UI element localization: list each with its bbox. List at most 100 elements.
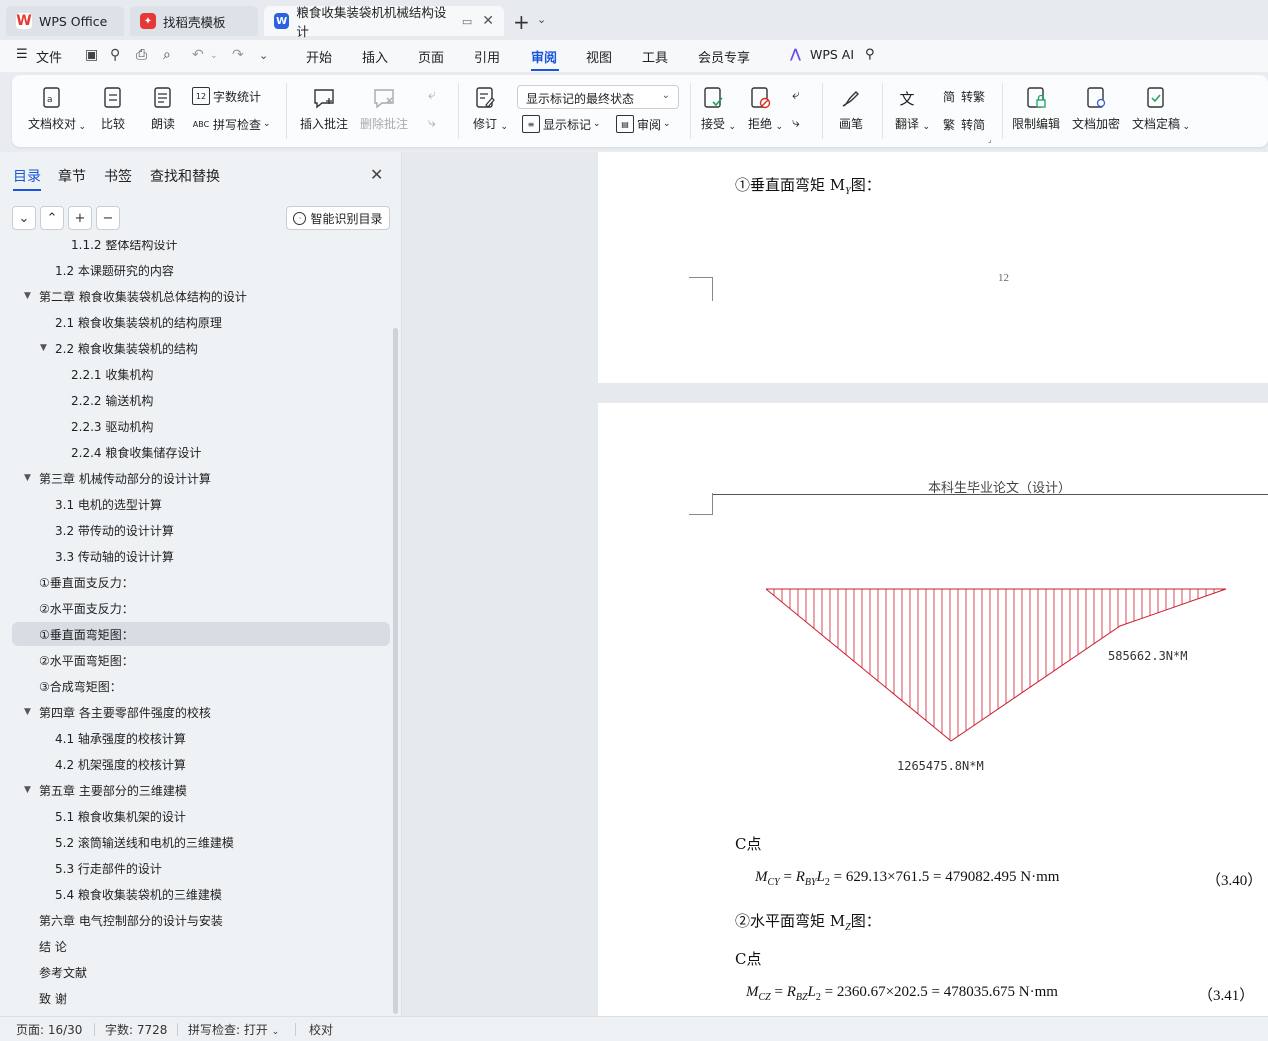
toc-item[interactable]: 2.2.1 收集机构 bbox=[12, 362, 390, 386]
toc-item[interactable]: ▼ 第五章 主要部分的三维建模 bbox=[12, 778, 390, 802]
dialog-launcher-icon[interactable]: ⌟ bbox=[988, 135, 992, 144]
pen-button[interactable]: 画笔 bbox=[838, 85, 864, 132]
close-icon[interactable]: ✕ bbox=[370, 165, 383, 184]
toc-item[interactable]: 2.2.4 粮食收集储存设计 bbox=[12, 440, 390, 464]
toc-item[interactable]: 第六章 电气控制部分的设计与安装 bbox=[12, 908, 390, 932]
tab-docer[interactable]: ✦ 找稻壳模板 bbox=[130, 6, 258, 36]
add-heading-icon[interactable]: + bbox=[68, 206, 92, 230]
tab-sections[interactable]: 章节 bbox=[58, 166, 86, 186]
smart-toc-button[interactable]: · 智能识别目录 bbox=[286, 206, 390, 230]
spell-check-status[interactable]: 拼写检查: 打开 ⌄ bbox=[188, 1021, 279, 1038]
doc-check-button[interactable]: a 文档校对 ⌄ bbox=[28, 85, 86, 132]
finalize-button[interactable]: 文档定稿 ⌄ bbox=[1132, 85, 1190, 132]
tab-wps-office[interactable]: W WPS Office bbox=[6, 6, 124, 36]
toc-item[interactable]: 2.1 粮食收集装袋机的结构原理 bbox=[12, 310, 390, 334]
toc-item[interactable]: 5.2 滚筒输送线和电机的三维建模 bbox=[12, 830, 390, 854]
toc-item[interactable]: 5.4 粮食收集装袋机的三维建模 bbox=[12, 882, 390, 906]
toc-item[interactable]: 参考文献 bbox=[12, 960, 390, 984]
track-changes-button[interactable]: 修订 ⌄ bbox=[472, 85, 508, 132]
menu-wps-ai[interactable]: WPS AI bbox=[810, 47, 854, 62]
toc-item[interactable]: 结 论 bbox=[12, 934, 390, 958]
window-icon[interactable]: ▭ bbox=[462, 15, 472, 28]
menu-view[interactable]: 视图 bbox=[586, 47, 612, 66]
toc-item[interactable]: ▼ 2.2 粮食收集装袋机的结构 bbox=[12, 336, 390, 360]
toc-item[interactable]: 4.1 轴承强度的校核计算 bbox=[12, 726, 390, 750]
menu-reference[interactable]: 引用 bbox=[474, 47, 500, 66]
accept-button[interactable]: 接受 ⌄ bbox=[700, 85, 736, 132]
chevron-down-icon[interactable]: ⌄ bbox=[537, 13, 546, 26]
toc-item[interactable]: ▼ 第二章 粮食收集装袋机总体结构的设计 bbox=[12, 284, 390, 308]
toc-item[interactable]: 5.3 行走部件的设计 bbox=[12, 856, 390, 880]
page-indicator[interactable]: 页面: 16/30 bbox=[16, 1021, 82, 1038]
menu-file[interactable]: 文件 bbox=[36, 47, 62, 66]
toc-item[interactable]: 致 谢 bbox=[12, 986, 390, 1010]
spell-check-button[interactable]: ABC 拼写检查 ⌄ bbox=[192, 115, 271, 133]
next-comment-icon[interactable]: ⤷ bbox=[428, 115, 436, 131]
wps-ai-icon[interactable]: ⋀ bbox=[790, 47, 801, 62]
expand-arrow-icon[interactable]: ▼ bbox=[40, 343, 47, 353]
toc-item[interactable]: 1.2 本课题研究的内容 bbox=[12, 258, 390, 282]
toc-item[interactable]: 3.2 带传动的设计计算 bbox=[12, 518, 390, 542]
expand-arrow-icon[interactable]: ▼ bbox=[24, 291, 31, 301]
search-icon[interactable]: ⚲ bbox=[865, 47, 875, 62]
toc-item[interactable]: 2.2.2 输送机构 bbox=[12, 388, 390, 412]
translate-button[interactable]: 文 翻译 ⌄ bbox=[894, 85, 930, 133]
toc-item[interactable]: ②水平面支反力： bbox=[12, 596, 390, 620]
insert-comment-button[interactable]: 插入批注 bbox=[300, 85, 348, 132]
toc-item[interactable]: 5.1 粮食收集机架的设计 bbox=[12, 804, 390, 828]
more-quick-icon[interactable]: ⌄ bbox=[259, 49, 268, 62]
sidebar-scrollbar[interactable] bbox=[393, 328, 398, 1014]
reject-button[interactable]: 拒绝 ⌄ bbox=[747, 85, 783, 132]
compare-button[interactable]: 比较 bbox=[100, 85, 126, 132]
expand-up-icon[interactable]: ⌃ bbox=[40, 206, 64, 230]
review-pane-button[interactable]: ▤ 审阅 ⌄ bbox=[616, 115, 671, 133]
menu-page[interactable]: 页面 bbox=[418, 47, 444, 66]
close-tab-icon[interactable]: ✕ bbox=[482, 13, 494, 29]
expand-arrow-icon[interactable]: ▼ bbox=[24, 785, 31, 795]
print-icon[interactable]: ⎙ bbox=[136, 47, 147, 63]
tab-find-replace[interactable]: 查找和替换 bbox=[150, 166, 220, 186]
expand-arrow-icon[interactable]: ▼ bbox=[24, 473, 31, 483]
menu-review[interactable]: 审阅 bbox=[531, 47, 557, 66]
menu-insert[interactable]: 插入 bbox=[362, 47, 388, 66]
to-traditional-button[interactable]: 简 转繁 bbox=[940, 87, 985, 105]
toc-item[interactable]: ②水平面弯矩图： bbox=[12, 648, 390, 672]
next-change-icon[interactable]: ⤷ bbox=[792, 115, 800, 131]
word-count[interactable]: 字数: 7728 bbox=[105, 1021, 167, 1038]
tab-toc[interactable]: 目录 bbox=[13, 166, 41, 186]
redo-icon[interactable]: ↷ bbox=[232, 47, 244, 63]
new-tab-button[interactable]: + bbox=[513, 10, 530, 34]
toc-item[interactable]: 1.1.2 整体结构设计 bbox=[12, 240, 390, 256]
toc-item[interactable]: 3.1 电机的选型计算 bbox=[12, 492, 390, 516]
delete-comment-button[interactable]: 删除批注 bbox=[360, 85, 408, 132]
remove-heading-icon[interactable]: − bbox=[96, 206, 120, 230]
expand-arrow-icon[interactable]: ▼ bbox=[24, 707, 31, 717]
restrict-edit-button[interactable]: 限制编辑 bbox=[1012, 85, 1060, 132]
toc-item[interactable]: ①垂直面支反力： bbox=[12, 570, 390, 594]
toc-item[interactable]: 4.2 机架强度的校核计算 bbox=[12, 752, 390, 776]
tab-bookmarks[interactable]: 书签 bbox=[104, 166, 132, 186]
toc-item[interactable]: ▼ 第四章 各主要零部件强度的校核 bbox=[12, 700, 390, 724]
toc-item[interactable]: ③合成弯矩图： bbox=[12, 674, 390, 698]
prev-comment-icon[interactable]: ⤶ bbox=[428, 87, 436, 103]
display-mode-select[interactable]: 显示标记的最终状态 ⌄ bbox=[517, 85, 679, 109]
undo-dropdown-icon[interactable]: ⌄ bbox=[210, 51, 218, 61]
toc-item[interactable]: ①垂直面弯矩图： bbox=[12, 622, 390, 646]
toc-item[interactable]: 3.3 传动轴的设计计算 bbox=[12, 544, 390, 568]
word-count-button[interactable]: 12 字数统计 bbox=[192, 87, 261, 105]
menu-hamburger-icon[interactable]: ☰ bbox=[16, 47, 28, 62]
tab-document[interactable]: W 粮食收集装袋机机械结构设计 ▭ ✕ bbox=[264, 5, 504, 39]
to-simplified-button[interactable]: 繁 转简 bbox=[940, 115, 985, 133]
toc-item[interactable]: 2.2.3 驱动机构 bbox=[12, 414, 390, 438]
undo-icon[interactable]: ↶ bbox=[192, 47, 204, 63]
menu-member[interactable]: 会员专享 bbox=[698, 47, 750, 66]
save-icon[interactable]: ▣ bbox=[85, 47, 98, 63]
document-page[interactable]: 本科生毕业论文（设计） 585662.3N*M 1265475.8N*M C点 … bbox=[598, 403, 1268, 1016]
toc-item[interactable]: ▼ 第三章 机械传动部分的设计计算 bbox=[12, 466, 390, 490]
document-page[interactable]: ①垂直面弯矩 MY图： 12 bbox=[598, 152, 1268, 383]
collapse-all-icon[interactable]: ⌄ bbox=[12, 206, 36, 230]
proofread-status[interactable]: 校对 bbox=[309, 1021, 333, 1038]
document-canvas[interactable]: ⠿ ①垂直面弯矩 MY图： 12 本科生毕业论文（设计） 585662.3N*M… bbox=[403, 152, 1268, 1016]
share-icon[interactable]: ⚲ bbox=[110, 47, 120, 63]
print-preview-icon[interactable]: ⌕ bbox=[163, 47, 171, 63]
